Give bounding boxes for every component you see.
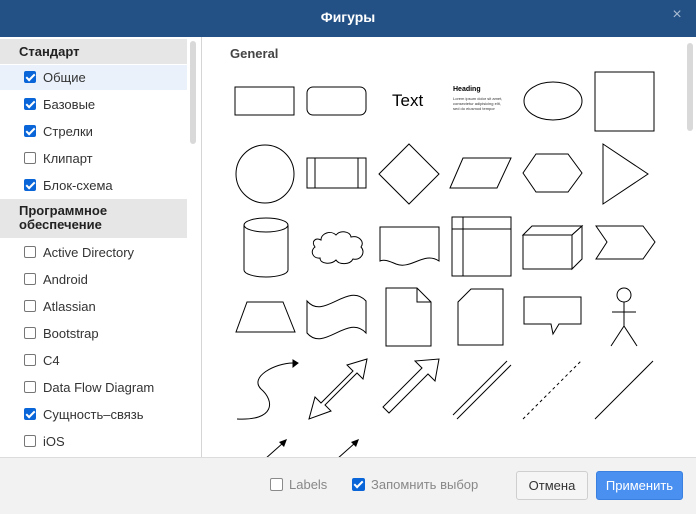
library-item-flowchart[interactable]: Блок-схема <box>0 173 187 198</box>
library-item-entity-relation[interactable]: Сущность–связь <box>0 402 187 427</box>
library-item-label: iOS <box>43 434 65 449</box>
shape-cloud[interactable] <box>309 230 367 266</box>
shape-trapezoid[interactable] <box>235 301 297 335</box>
library-item-label: Стрелки <box>43 124 93 139</box>
library-item-ios[interactable]: iOS <box>0 429 187 454</box>
library-item-label: Блок-схема <box>43 178 113 193</box>
library-item-label: Сущность–связь <box>43 407 144 422</box>
checkbox[interactable] <box>24 435 36 447</box>
section-title: General <box>230 46 279 61</box>
library-item-active-directory[interactable]: Active Directory <box>0 240 187 265</box>
library-item-label: Active Directory <box>43 245 135 260</box>
shape-note[interactable] <box>385 287 435 349</box>
shape-parallel-lines[interactable] <box>451 359 513 421</box>
library-item-label: Bootstrap <box>43 326 99 341</box>
checkbox[interactable] <box>24 327 36 339</box>
checkbox[interactable] <box>24 381 36 393</box>
cancel-button[interactable]: Отмена <box>516 471 588 500</box>
shape-rectangle[interactable] <box>234 86 296 118</box>
shape-triangle[interactable] <box>601 143 651 207</box>
shape-diamond[interactable] <box>377 143 441 207</box>
shape-document[interactable] <box>379 226 441 270</box>
shape-text[interactable]: Text <box>392 91 423 111</box>
shape-curved-arrow[interactable] <box>235 359 299 421</box>
shape-rounded-rectangle[interactable] <box>306 86 368 118</box>
shape-textbox[interactable]: Heading Lorem ipsum dolor sit amet, cons… <box>453 86 513 118</box>
library-item-label: Клипарт <box>43 151 93 166</box>
library-item-data-flow-diagram[interactable]: Data Flow Diagram <box>0 375 187 400</box>
shape-square[interactable] <box>594 71 656 133</box>
checkbox[interactable] <box>24 98 36 110</box>
library-item-bootstrap[interactable]: Bootstrap <box>0 321 187 346</box>
remember-option-label: Запомнить выбор <box>371 477 479 492</box>
shape-connector-arrow[interactable] <box>263 439 289 457</box>
library-item-label: Atlassian <box>43 299 96 314</box>
shape-ellipse[interactable] <box>523 81 585 123</box>
library-sidebar[interactable]: Стандарт Общие Базовые Стрелки Клипарт Б… <box>0 37 202 457</box>
checkbox[interactable] <box>24 273 36 285</box>
textbox-body: Lorem ipsum dolor sit amet, consectetur … <box>453 96 503 112</box>
textbox-heading: Heading <box>453 86 481 93</box>
library-item-c4[interactable]: C4 <box>0 348 187 373</box>
shape-step[interactable] <box>595 225 657 261</box>
checkbox[interactable] <box>24 179 36 191</box>
sidebar-scrollbar[interactable] <box>190 41 196 144</box>
dialog-titlebar: Фигуры × <box>0 0 696 37</box>
checkbox[interactable] <box>24 354 36 366</box>
apply-button[interactable]: Применить <box>596 471 683 500</box>
shape-tape[interactable] <box>306 291 368 343</box>
shape-cylinder[interactable] <box>243 217 289 279</box>
shape-circle[interactable] <box>234 144 296 206</box>
library-item-label: Базовые <box>43 97 96 112</box>
library-item-clipart[interactable]: Клипарт <box>0 146 187 171</box>
shape-cube[interactable] <box>521 224 584 271</box>
group-header-standard[interactable]: Стандарт <box>0 39 187 64</box>
shape-hexagon[interactable] <box>521 153 585 195</box>
preview-scrollbar[interactable] <box>687 43 693 131</box>
library-item-label: Общие <box>43 70 86 85</box>
group-header-software[interactable]: Программное обеспечение <box>0 199 187 238</box>
checkbox[interactable] <box>24 152 36 164</box>
library-item-arrows[interactable]: Стрелки <box>0 119 187 144</box>
shape-actor[interactable] <box>609 286 639 348</box>
library-item-basic[interactable]: Базовые <box>0 92 187 117</box>
labels-checkbox[interactable] <box>270 478 283 491</box>
library-item-android[interactable]: Android <box>0 267 187 292</box>
library-item-general[interactable]: Общие <box>0 65 187 90</box>
shape-dashed-line[interactable] <box>521 359 583 421</box>
checkbox[interactable] <box>24 408 36 420</box>
checkbox[interactable] <box>24 71 36 83</box>
shape-callout[interactable] <box>523 296 585 338</box>
shape-double-arrow[interactable] <box>305 357 369 421</box>
close-icon[interactable]: × <box>668 6 686 24</box>
checkbox[interactable] <box>24 246 36 258</box>
shape-process[interactable] <box>306 157 368 191</box>
remember-checkbox[interactable] <box>352 478 365 491</box>
checkbox[interactable] <box>24 300 36 312</box>
labels-option-label: Labels <box>289 477 328 492</box>
dialog-footer: Labels Запомнить выбор Отмена Применить <box>0 457 696 514</box>
library-item-label: Android <box>43 272 88 287</box>
dialog-title: Фигуры <box>320 9 376 25</box>
shape-line[interactable] <box>593 359 655 421</box>
library-item-label: C4 <box>43 353 60 368</box>
library-item-atlassian[interactable]: Atlassian <box>0 294 187 319</box>
shape-card[interactable] <box>457 288 507 348</box>
shape-internal-storage[interactable] <box>451 216 513 278</box>
shape-connector-arrow-2[interactable] <box>335 439 361 457</box>
shape-arrow[interactable] <box>377 357 441 421</box>
shape-parallelogram[interactable] <box>449 157 513 191</box>
library-item-label: Data Flow Diagram <box>43 380 155 395</box>
shapes-preview: General Text Heading Lorem ipsum dolor s… <box>203 37 696 457</box>
checkbox[interactable] <box>24 125 36 137</box>
